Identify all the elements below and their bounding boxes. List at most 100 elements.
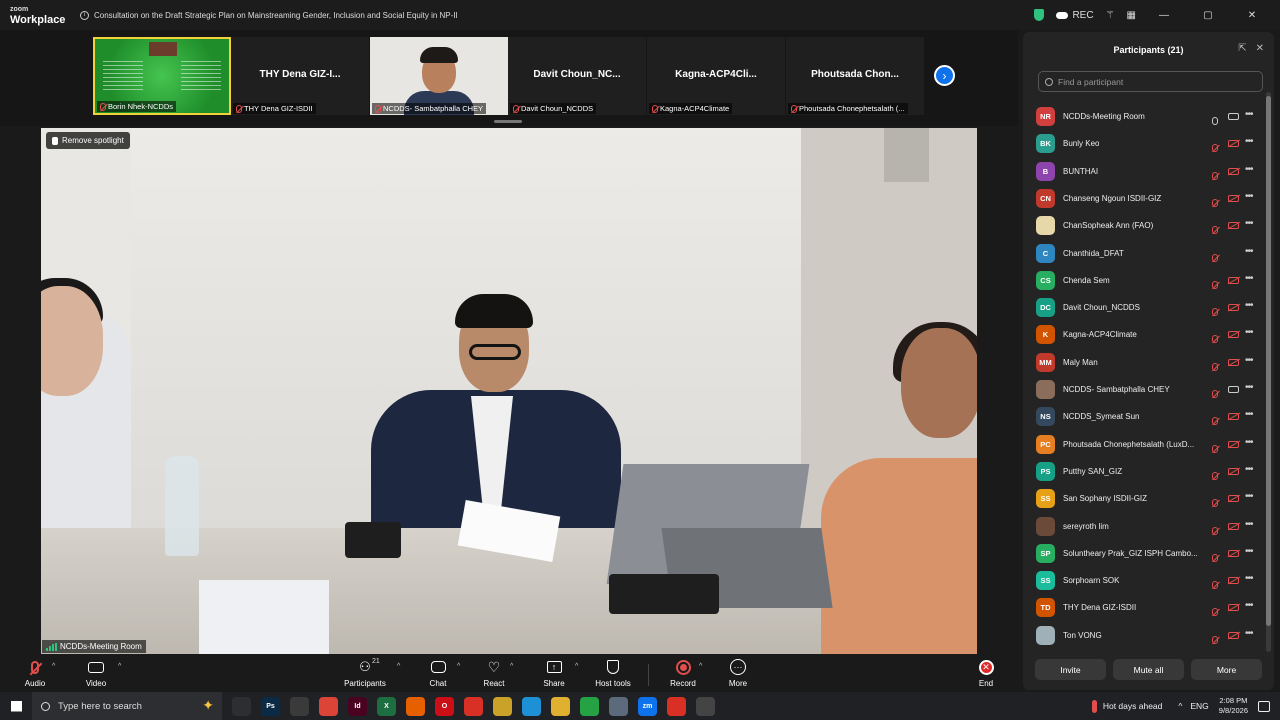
remove-spotlight-button[interactable]: Remove spotlight bbox=[46, 132, 130, 149]
video-off-icon[interactable] bbox=[1228, 140, 1239, 148]
mic-muted-icon[interactable] bbox=[1212, 194, 1218, 212]
zoom-icon[interactable]: zm bbox=[638, 696, 657, 716]
participant-row[interactable]: PS Putthy SAN_GIZ ••• bbox=[1023, 458, 1267, 485]
participant-more-icon[interactable]: ••• bbox=[1245, 600, 1253, 611]
maximize-button[interactable]: ▢ bbox=[1192, 0, 1224, 30]
app-red-icon[interactable] bbox=[667, 696, 686, 716]
close-button[interactable]: ✕ bbox=[1236, 0, 1268, 30]
audio-options-chevron-icon[interactable]: ^ bbox=[52, 663, 55, 670]
more-button[interactable]: More bbox=[1191, 659, 1262, 680]
pop-out-icon[interactable]: ⇱ bbox=[1238, 43, 1246, 54]
video-off-icon[interactable] bbox=[1228, 522, 1239, 530]
mic-muted-icon[interactable] bbox=[1212, 522, 1218, 540]
taskbar-search[interactable]: Type here to search ✦ bbox=[32, 692, 222, 720]
filmstrip-resize-handle[interactable] bbox=[494, 120, 522, 123]
participant-more-icon[interactable]: ••• bbox=[1245, 355, 1253, 366]
video-off-icon[interactable] bbox=[1228, 631, 1239, 639]
mic-muted-icon[interactable] bbox=[1212, 330, 1218, 348]
share-options-chevron-icon[interactable]: ^ bbox=[575, 663, 578, 670]
participant-more-icon[interactable]: ••• bbox=[1245, 546, 1253, 557]
participant-more-icon[interactable]: ••• bbox=[1245, 191, 1253, 202]
mic-muted-icon[interactable] bbox=[1212, 494, 1218, 512]
mic-icon[interactable] bbox=[1212, 112, 1218, 130]
clock[interactable]: 2:08 PM 9/8/2026 bbox=[1219, 696, 1248, 716]
app-gray-icon[interactable] bbox=[609, 696, 628, 716]
participant-row[interactable]: NCDDS- Sambatphalla CHEY ••• bbox=[1023, 376, 1267, 403]
calendar-icon[interactable]: ▦ bbox=[1127, 0, 1136, 30]
firefox-icon[interactable] bbox=[406, 696, 425, 716]
invite-button[interactable]: Invite bbox=[1035, 659, 1106, 680]
excel-icon[interactable]: X bbox=[377, 696, 396, 716]
participant-row[interactable]: CN Chanseng Ngoun ISDII-GIZ ••• bbox=[1023, 185, 1267, 212]
thumbnail-shared-slide[interactable]: Borin Nhek-NCDDs bbox=[93, 37, 231, 115]
participant-list-scrollbar[interactable] bbox=[1266, 92, 1271, 652]
mic-muted-icon[interactable] bbox=[1212, 576, 1218, 594]
acrobat-icon[interactable] bbox=[464, 696, 483, 716]
video-options-chevron-icon[interactable]: ^ bbox=[118, 663, 121, 670]
language-indicator[interactable]: ENG bbox=[1190, 701, 1208, 711]
mic-muted-icon[interactable] bbox=[1212, 631, 1218, 649]
scrollbar-thumb[interactable] bbox=[1266, 96, 1271, 626]
participant-row[interactable]: CS Chenda Sem ••• bbox=[1023, 267, 1267, 294]
video-off-icon[interactable] bbox=[1228, 467, 1239, 475]
opera-icon[interactable]: O bbox=[435, 696, 454, 716]
thumbnail-participant-video[interactable]: NCDDS- Sambatphalla CHEY bbox=[370, 37, 508, 115]
participant-more-icon[interactable]: ••• bbox=[1245, 246, 1253, 257]
participant-row[interactable]: PC Phoutsada Chonephetsalath (LuxD... ••• bbox=[1023, 431, 1267, 458]
participant-more-icon[interactable]: ••• bbox=[1245, 164, 1253, 175]
snipping-tool-icon[interactable] bbox=[290, 696, 309, 716]
video-off-icon[interactable] bbox=[1228, 331, 1239, 339]
mic-muted-icon[interactable] bbox=[1212, 249, 1218, 267]
mic-muted-icon[interactable] bbox=[1212, 467, 1218, 485]
archive-icon[interactable] bbox=[493, 696, 512, 716]
mic-muted-icon[interactable] bbox=[1212, 276, 1218, 294]
mic-muted-icon[interactable] bbox=[1212, 385, 1218, 403]
magic-wand-icon[interactable]: ⚚ bbox=[1106, 0, 1115, 30]
app-green-icon[interactable] bbox=[580, 696, 599, 716]
chrome-icon[interactable] bbox=[319, 696, 338, 716]
participant-row[interactable]: DC Davit Choun_NCDDS ••• bbox=[1023, 294, 1267, 321]
participant-row[interactable]: BK Bunly Keo ••• bbox=[1023, 130, 1267, 157]
mute-all-button[interactable]: Mute all bbox=[1113, 659, 1184, 680]
participant-row[interactable]: NR NCDDs-Meeting Room ••• bbox=[1023, 103, 1267, 130]
video-off-icon[interactable] bbox=[1228, 358, 1239, 366]
participants-options-chevron-icon[interactable]: ^ bbox=[397, 663, 400, 670]
mic-muted-icon[interactable] bbox=[1212, 221, 1218, 239]
participant-row[interactable]: Ton VONG ••• bbox=[1023, 622, 1267, 649]
react-options-chevron-icon[interactable]: ^ bbox=[510, 663, 513, 670]
record-options-chevron-icon[interactable]: ^ bbox=[699, 663, 702, 670]
mic-muted-icon[interactable] bbox=[1212, 139, 1218, 157]
participant-list[interactable]: NR NCDDs-Meeting Room ••• BK Bunly Keo ••• B BU… bbox=[1023, 103, 1267, 651]
mic-muted-icon[interactable] bbox=[1212, 603, 1218, 621]
thumbnail-participant[interactable]: Kagna-ACP4Cli... Kagna-ACP4Climate bbox=[647, 37, 785, 115]
video-off-icon[interactable] bbox=[1228, 222, 1239, 230]
video-off-icon[interactable] bbox=[1228, 577, 1239, 585]
participant-row[interactable]: NS NCDDS_Symeat Sun ••• bbox=[1023, 403, 1267, 430]
participant-more-icon[interactable]: ••• bbox=[1245, 437, 1253, 448]
folder-icon[interactable] bbox=[551, 696, 570, 716]
participant-more-icon[interactable]: ••• bbox=[1245, 218, 1253, 229]
participant-more-icon[interactable]: ••• bbox=[1245, 382, 1253, 393]
participant-more-icon[interactable]: ••• bbox=[1245, 491, 1253, 502]
host-tools-button[interactable]: Host tools bbox=[583, 658, 643, 688]
participant-more-icon[interactable]: ••• bbox=[1245, 519, 1253, 530]
photoshop-icon[interactable]: Ps bbox=[261, 696, 280, 716]
video-off-icon[interactable] bbox=[1228, 304, 1239, 312]
participant-row[interactable]: sereyroth lim ••• bbox=[1023, 513, 1267, 540]
filmstrip-next-chevron-icon[interactable]: › bbox=[934, 65, 955, 86]
participant-more-icon[interactable]: ••• bbox=[1245, 300, 1253, 311]
start-button[interactable] bbox=[0, 692, 32, 720]
participant-more-icon[interactable]: ••• bbox=[1245, 327, 1253, 338]
chat-options-chevron-icon[interactable]: ^ bbox=[457, 663, 460, 670]
minimize-button[interactable]: — bbox=[1148, 0, 1180, 30]
participant-row[interactable]: SP Soluntheary Prak_GIZ ISPH Cambo... ••• bbox=[1023, 540, 1267, 567]
end-meeting-button[interactable]: ✕ End bbox=[956, 658, 1016, 688]
participant-row[interactable]: C Chanthida_DFAT ••• bbox=[1023, 240, 1267, 267]
participant-more-icon[interactable]: ••• bbox=[1245, 109, 1253, 120]
info-icon[interactable]: i bbox=[80, 10, 89, 20]
video-camera-icon[interactable] bbox=[1228, 113, 1239, 120]
tray-chevron-icon[interactable]: ^ bbox=[1178, 701, 1182, 711]
more-toolbar-button[interactable]: ··· More bbox=[708, 658, 768, 688]
telegram-icon[interactable] bbox=[522, 696, 541, 716]
participant-row[interactable]: TD THY Dena GIZ-ISDII ••• bbox=[1023, 594, 1267, 621]
